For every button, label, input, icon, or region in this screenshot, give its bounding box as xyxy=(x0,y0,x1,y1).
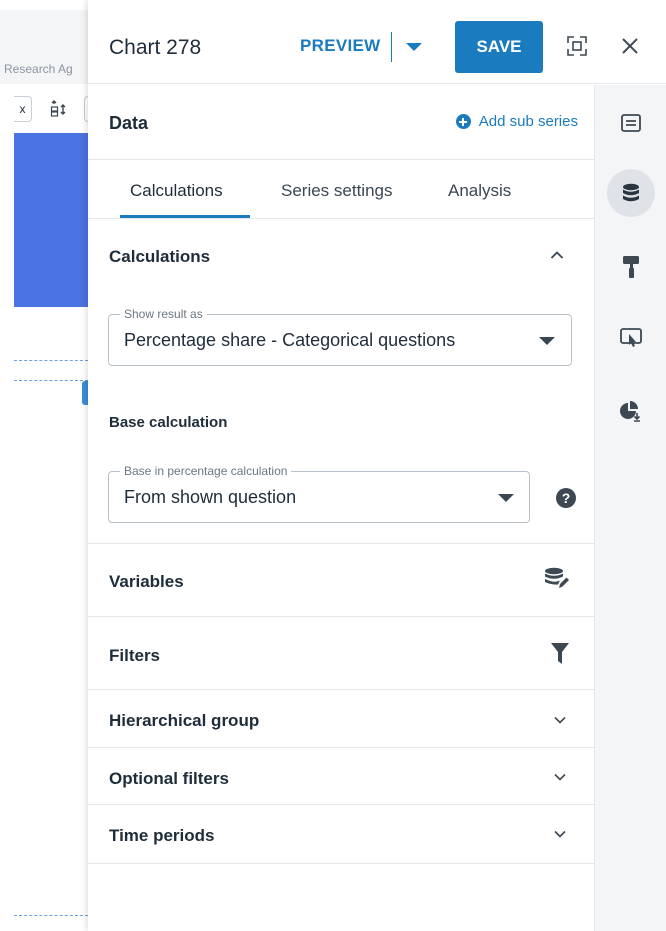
add-sub-series-button[interactable]: Add sub series xyxy=(455,113,578,130)
filter-icon[interactable] xyxy=(551,643,569,665)
data-section-header: Data Add sub series xyxy=(88,85,594,160)
tab-bar: Calculations Series settings Analysis xyxy=(88,161,594,219)
variables-section-title[interactable]: Variables xyxy=(109,572,184,592)
sort-icon[interactable] xyxy=(50,100,70,118)
text-box-icon[interactable] xyxy=(607,99,655,147)
section-divider xyxy=(88,689,594,690)
dropdown-caret-icon xyxy=(498,494,514,502)
background-toolbar-field[interactable]: x xyxy=(14,96,32,122)
side-icon-rail xyxy=(594,85,666,931)
section-divider xyxy=(88,543,594,544)
calculations-section-title[interactable]: Calculations xyxy=(109,247,210,267)
section-divider xyxy=(88,747,594,748)
base-in-percentage-legend: Base in percentage calculation xyxy=(120,464,292,478)
preview-button[interactable]: PREVIEW xyxy=(300,36,381,56)
tab-series-settings[interactable]: Series settings xyxy=(281,181,393,201)
show-result-as-value: Percentage share - Categorical questions xyxy=(124,330,456,350)
hierarchical-group-section-title[interactable]: Hierarchical group xyxy=(109,711,259,731)
section-divider xyxy=(88,863,594,864)
close-icon[interactable] xyxy=(620,36,640,56)
chevron-up-icon[interactable] xyxy=(550,250,564,260)
background-dashed-guide xyxy=(14,380,88,381)
preview-divider xyxy=(391,32,392,62)
chevron-down-icon[interactable] xyxy=(554,773,566,781)
interactive-screen-icon[interactable] xyxy=(607,315,655,363)
save-button[interactable]: SAVE xyxy=(455,21,543,73)
base-calculation-label: Base calculation xyxy=(109,414,228,431)
show-result-as-select[interactable]: Show result as Percentage share - Catego… xyxy=(108,307,572,366)
optional-filters-section-title[interactable]: Optional filters xyxy=(109,769,229,789)
data-title: Data xyxy=(109,113,149,133)
background-app: Research Ag x xyxy=(0,0,88,931)
help-icon[interactable]: ? xyxy=(556,488,576,508)
pie-download-icon[interactable] xyxy=(607,387,655,435)
dropdown-caret-icon xyxy=(539,337,555,345)
filters-section-title[interactable]: Filters xyxy=(109,646,160,666)
active-tab-indicator xyxy=(120,215,250,218)
base-in-percentage-value: From shown question xyxy=(124,487,297,507)
expand-icon[interactable] xyxy=(566,35,588,57)
chevron-down-icon[interactable] xyxy=(554,716,566,724)
chart-editor-panel: Chart 278 PREVIEW SAVE Data Add sub seri… xyxy=(88,0,666,931)
background-chart-area[interactable] xyxy=(14,133,88,307)
chart-title: Chart 278 xyxy=(109,36,202,59)
plus-circle-icon xyxy=(455,114,471,129)
time-periods-section-title[interactable]: Time periods xyxy=(109,826,215,846)
background-breadcrumb[interactable]: Research Ag xyxy=(4,62,73,76)
tab-calculations[interactable]: Calculations xyxy=(130,181,223,201)
background-dashed-guide xyxy=(14,360,88,361)
paint-roller-icon[interactable] xyxy=(607,243,655,291)
panel-content: Data Add sub series Calculations Series … xyxy=(88,85,594,931)
background-toolbar: x xyxy=(14,96,88,124)
base-in-percentage-select[interactable]: Base in percentage calculation From show… xyxy=(108,464,530,523)
section-divider xyxy=(88,616,594,617)
preview-dropdown-icon[interactable] xyxy=(406,43,422,51)
database-edit-icon[interactable] xyxy=(544,567,570,591)
section-divider xyxy=(88,804,594,805)
database-icon[interactable] xyxy=(607,169,655,217)
show-result-as-legend: Show result as xyxy=(120,307,207,321)
background-dashed-guide xyxy=(14,915,88,916)
tab-analysis[interactable]: Analysis xyxy=(448,181,511,201)
chevron-down-icon[interactable] xyxy=(554,830,566,838)
add-sub-series-label: Add sub series xyxy=(478,113,578,130)
panel-header: Chart 278 PREVIEW SAVE xyxy=(88,0,666,84)
